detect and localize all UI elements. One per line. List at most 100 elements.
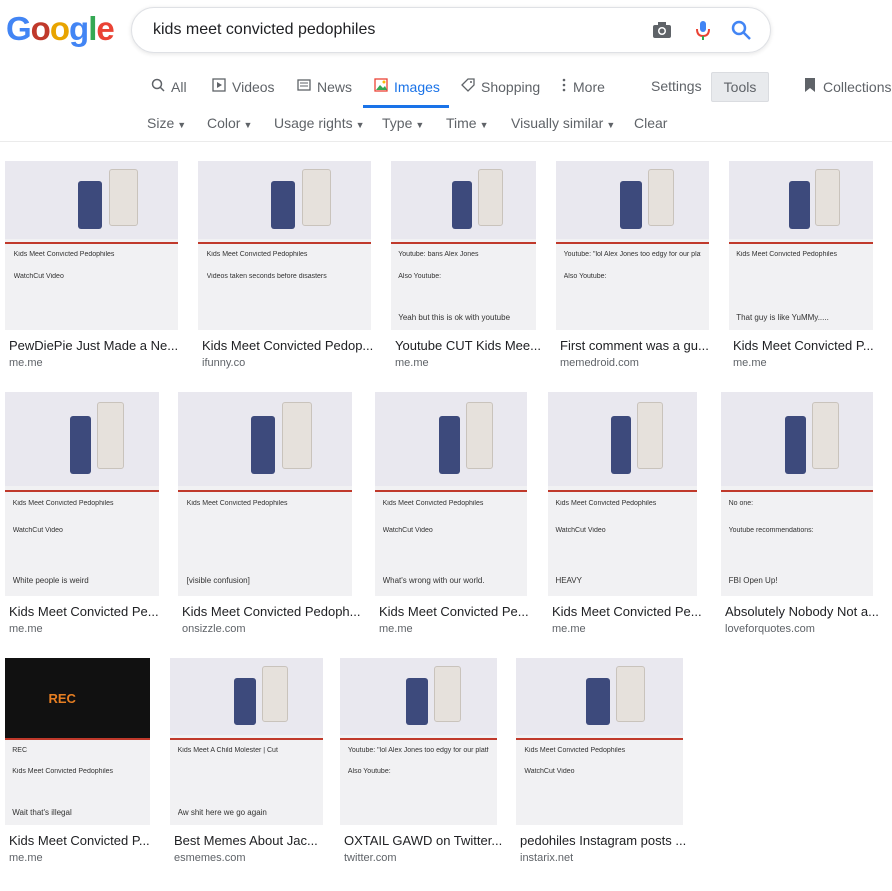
thumbnail-subcaption: Also Youtube: xyxy=(563,272,607,280)
adult-figure xyxy=(812,402,839,470)
search-input[interactable]: kids meet convicted pedophiles xyxy=(153,21,375,39)
adult-figure xyxy=(97,402,125,470)
news-icon xyxy=(297,78,311,95)
thumbnail-subcaption: Kids Meet Convicted Pedophiles xyxy=(12,768,114,776)
result-title[interactable]: Best Memes About Jac... xyxy=(174,833,337,848)
google-logo[interactable]: Google xyxy=(6,10,115,48)
result-source: me.me xyxy=(395,357,429,369)
result-title[interactable]: Kids Meet Convicted Pedop... xyxy=(202,338,385,353)
filter-size[interactable]: Size ▼ xyxy=(147,115,186,131)
result-source: ifunny.co xyxy=(202,357,246,369)
filter-label: Visually similar xyxy=(511,115,604,131)
filter-label: Type xyxy=(382,115,413,131)
result-title[interactable]: Kids Meet Convicted Pe... xyxy=(9,604,173,619)
caret-down-icon: ▼ xyxy=(606,120,616,130)
result-title[interactable]: OXTAIL GAWD on Twitter... xyxy=(344,833,511,848)
result-thumbnail[interactable]: Youtube: "lol Alex Jones too edgy for ou… xyxy=(556,161,709,330)
tab-shopping[interactable]: Shopping xyxy=(461,78,540,95)
result-title[interactable]: Absolutely Nobody Not a... xyxy=(725,604,887,619)
adult-figure xyxy=(616,666,645,722)
bookmark-icon xyxy=(803,77,817,96)
tab-label: Shopping xyxy=(481,78,541,95)
progress-bar xyxy=(5,489,159,492)
result-source: onsizzle.com xyxy=(182,623,246,635)
result-thumbnail[interactable]: Youtube: bans Alex Jones Also Youtube: Yea… xyxy=(391,161,536,330)
adult-figure xyxy=(637,402,664,470)
result-source: me.me xyxy=(552,623,586,635)
result-title[interactable]: First comment was a gu... xyxy=(560,338,723,353)
result-title[interactable]: Kids Meet Convicted P... xyxy=(9,833,164,848)
thumbnail-caption: Youtube: bans Alex Jones xyxy=(398,250,479,258)
adult-figure xyxy=(466,402,493,470)
meme-caption: FBI Open Up! xyxy=(728,575,778,585)
result-source: me.me xyxy=(9,357,43,369)
child-figure xyxy=(438,416,461,474)
child-figure xyxy=(610,416,632,474)
tab-all[interactable]: All xyxy=(151,78,187,95)
result-title[interactable]: Youtube CUT Kids Mee... xyxy=(395,338,550,353)
tab-more[interactable]: More xyxy=(561,78,605,95)
filter-label: Clear xyxy=(634,115,668,131)
result-source: me.me xyxy=(733,357,767,369)
filter-color[interactable]: Color ▼ xyxy=(207,115,252,131)
thumbnail-subcaption: WatchCut Video xyxy=(524,768,575,776)
tab-label: Videos xyxy=(232,78,275,95)
meme-caption: Yeah but this is ok with youtube xyxy=(398,313,511,323)
thumbnail-caption: Kids Meet Convicted Pedophiles xyxy=(382,500,484,508)
child-figure xyxy=(69,416,92,474)
thumbnail-caption: Kids Meet Convicted Pedophiles xyxy=(12,500,114,508)
tools-button[interactable]: Tools xyxy=(711,72,769,102)
filter-clear[interactable]: Clear xyxy=(634,115,667,131)
result-thumbnail[interactable]: Kids Meet Convicted Pedophiles That guy i… xyxy=(729,161,873,330)
search-icon xyxy=(151,78,165,95)
result-thumbnail[interactable]: Kids Meet Convicted Pedophiles WatchCut V… xyxy=(516,658,683,825)
child-figure xyxy=(620,181,642,229)
thumbnail-caption: Kids Meet Convicted Pedophiles xyxy=(524,746,626,754)
filter-time[interactable]: Time ▼ xyxy=(446,115,489,131)
result-title[interactable]: Kids Meet Convicted P... xyxy=(733,338,887,353)
result-title[interactable]: Kids Meet Convicted Pe... xyxy=(379,604,541,619)
settings-link[interactable]: Settings xyxy=(651,78,702,94)
result-title[interactable]: PewDiePie Just Made a Ne... xyxy=(9,338,192,353)
thumbnail-subcaption: WatchCut Video xyxy=(13,272,64,280)
result-title[interactable]: Kids Meet Convicted Pe... xyxy=(552,604,711,619)
result-title[interactable]: pedohiles Instagram posts ... xyxy=(520,833,697,848)
result-thumbnail[interactable]: Kids Meet Convicted Pedophiles [visible c… xyxy=(178,392,352,596)
progress-bar xyxy=(548,489,697,492)
result-thumbnail[interactable]: Kids Meet Convicted Pedophiles WatchCut V… xyxy=(548,392,697,596)
result-thumbnail[interactable]: REC REC Kids Meet Convicted Pedophiles Wait… xyxy=(5,658,150,825)
search-icon[interactable] xyxy=(730,19,752,41)
result-thumbnail[interactable]: No one: Youtube recommendations: FBI Open … xyxy=(721,392,873,596)
tab-news[interactable]: News xyxy=(297,78,352,95)
thumbnail-subcaption: Also Youtube: xyxy=(347,768,391,776)
result-thumbnail[interactable]: Kids Meet Convicted Pedophiles WatchCut V… xyxy=(5,392,159,596)
filter-type[interactable]: Type ▼ xyxy=(382,115,424,131)
tab-videos[interactable]: Videos xyxy=(212,78,275,95)
result-title[interactable]: Kids Meet Convicted Pedoph... xyxy=(182,604,366,619)
video-icon xyxy=(212,78,226,95)
progress-bar xyxy=(556,242,709,245)
result-thumbnail[interactable]: Kids Meet Convicted Pedophiles WatchCut V… xyxy=(5,161,178,330)
tab-label: News xyxy=(317,78,353,95)
result-thumbnail[interactable]: Youtube: "lol Alex Jones too edgy for ou… xyxy=(340,658,497,825)
result-thumbnail[interactable]: Kids Meet Convicted Pedophiles Videos tak… xyxy=(198,161,371,330)
progress-bar xyxy=(5,738,150,741)
progress-bar xyxy=(391,242,536,245)
settings-label: Settings xyxy=(651,78,702,94)
child-figure xyxy=(586,678,610,725)
tab-images[interactable]: Images xyxy=(374,78,440,95)
search-box[interactable]: kids meet convicted pedophiles xyxy=(131,7,771,53)
filter-label: Time xyxy=(446,115,477,131)
collections-link[interactable]: Collections xyxy=(803,77,891,96)
microphone-icon[interactable] xyxy=(692,19,714,41)
tab-label: Images xyxy=(394,78,440,95)
progress-bar xyxy=(729,242,873,245)
filter-visually-similar[interactable]: Visually similar ▼ xyxy=(511,115,615,131)
filter-usage-rights[interactable]: Usage rights ▼ xyxy=(274,115,365,131)
result-thumbnail[interactable]: Kids Meet Convicted Pedophiles WatchCut V… xyxy=(375,392,527,596)
thumbnail-caption: Youtube: "lol Alex Jones too edgy for ou… xyxy=(347,746,489,754)
adult-figure xyxy=(815,169,841,226)
camera-icon[interactable] xyxy=(651,19,673,41)
result-thumbnail[interactable]: Kids Meet A Child Molester | Cut Aw shit … xyxy=(170,658,323,825)
caret-down-icon: ▼ xyxy=(243,120,253,130)
